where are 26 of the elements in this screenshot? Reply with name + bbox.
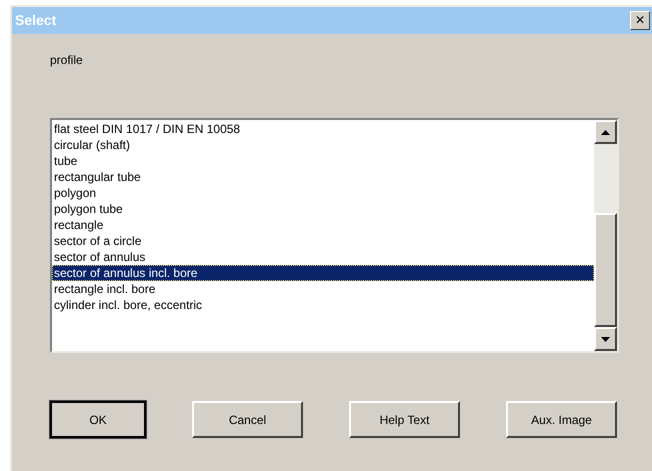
scroll-up-button[interactable]: [594, 120, 617, 144]
list-item[interactable]: sector of annulus incl. bore: [52, 265, 594, 281]
dialog-button[interactable]: Help Text: [349, 401, 460, 438]
list-item[interactable]: sector of a circle: [52, 233, 594, 249]
list-item[interactable]: sector of annulus: [52, 249, 594, 265]
list-item[interactable]: flat steel DIN 1017 / DIN EN 10058: [52, 121, 594, 137]
dialog-button[interactable]: Aux. Image: [506, 401, 617, 438]
down-arrow-icon: [601, 336, 610, 342]
dialog-button[interactable]: OK: [50, 401, 146, 438]
window-title: Select: [15, 11, 56, 30]
scroll-thumb[interactable]: [594, 213, 617, 327]
list-item[interactable]: rectangle: [52, 217, 594, 233]
list-item[interactable]: polygon tube: [52, 201, 594, 217]
scrollbar[interactable]: [594, 120, 617, 351]
scroll-down-button[interactable]: [594, 327, 617, 351]
up-arrow-icon: [601, 130, 610, 134]
list-item[interactable]: tube: [52, 153, 594, 169]
list-item[interactable]: polygon: [52, 185, 594, 201]
dialog-button[interactable]: Cancel: [192, 401, 303, 438]
list-item[interactable]: rectangular tube: [52, 169, 594, 185]
field-label: profile: [50, 53, 83, 67]
profile-list[interactable]: [50, 118, 619, 353]
list-item[interactable]: cylinder incl. bore, eccentric: [52, 297, 594, 313]
list-item[interactable]: rectangle incl. bore: [52, 281, 594, 297]
list-item[interactable]: circular (shaft): [52, 137, 594, 153]
close-button[interactable]: ×: [630, 11, 650, 30]
